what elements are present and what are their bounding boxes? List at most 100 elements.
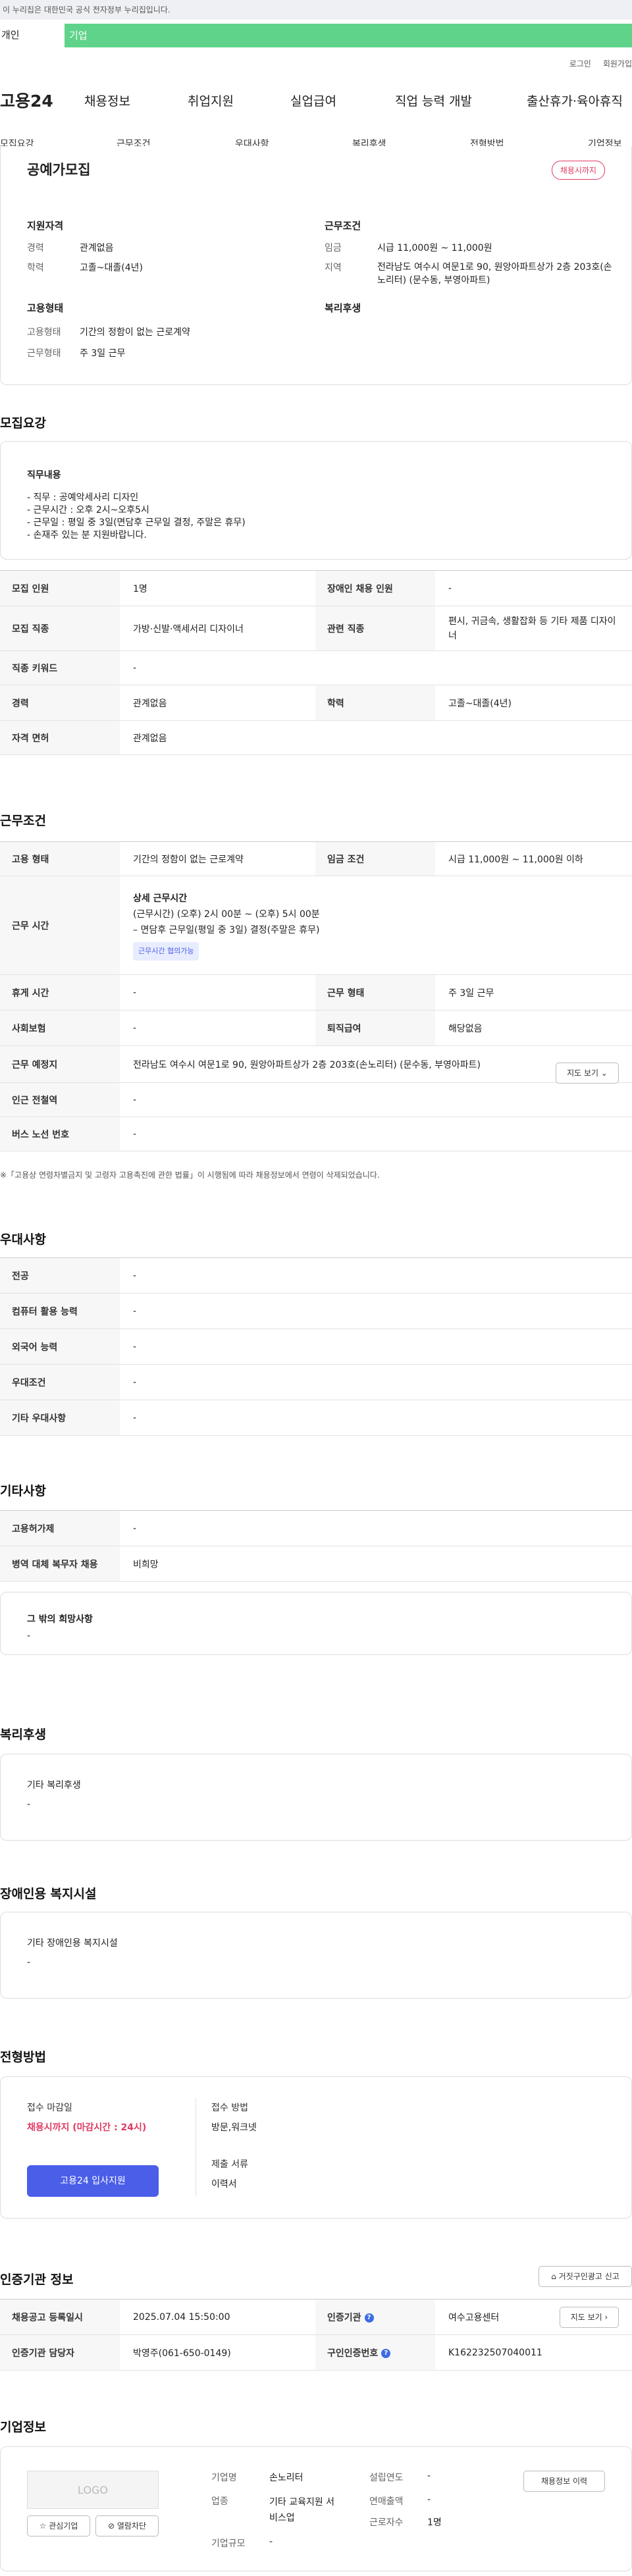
agency-label: 인증기관 (327, 2312, 361, 2323)
cell-value: - (120, 1257, 632, 1294)
company-name-value: 손노리터 (269, 2473, 303, 2483)
cell-label: 직종 키워드 (0, 650, 120, 685)
etc-table: 고용허가제 - 병역 대체 복무자 채용 비희망 (0, 1510, 632, 1582)
map-view-button[interactable]: 지도 보기 ⌄ (556, 1063, 619, 1084)
method-label: 접수 방법 (211, 2103, 248, 2113)
site-logo[interactable]: 고용24 (0, 88, 53, 115)
sales-value: - (427, 2494, 431, 2505)
cell-label: 전공 (0, 1257, 120, 1294)
disabled-facility-card: 기타 장애인용 복지시설 - (0, 1912, 632, 1999)
recruit-heading: 모집요강 (0, 416, 46, 431)
company-heading: 기업정보 (0, 2420, 46, 2434)
cell-value: - (120, 1364, 632, 1400)
welfare-summary-title: 복리후생 (325, 302, 361, 314)
star-icon: ☆ (39, 2521, 47, 2531)
cell-value: - (120, 974, 315, 1011)
cell-label: 인증기관 담당자 (0, 2334, 120, 2371)
emp-title: 고용형태 (27, 302, 64, 314)
work-form-label: 근무형태 (27, 348, 61, 359)
cell-label: 관련 직종 (315, 606, 435, 651)
size-value: - (269, 2537, 273, 2547)
cell-value: - (120, 1510, 632, 1546)
info-icon[interactable]: ? (381, 2348, 391, 2358)
etc-heading: 기타사항 (0, 1484, 46, 1498)
cell-label: 구인인증번호? (315, 2334, 435, 2371)
cell-value: - (120, 1293, 632, 1329)
cell-label: 인증기관? (315, 2299, 435, 2335)
block-icon: ⊘ (107, 2521, 115, 2531)
edu-value: 고졸~대졸(4년) (80, 263, 143, 273)
cell-value: - (120, 1082, 632, 1117)
disabled-facility-heading: 장애인용 복지시설 (0, 1887, 97, 1901)
favorite-company-button[interactable]: ☆ 관심기업 (27, 2515, 90, 2537)
login-link[interactable]: 로그인 (569, 59, 591, 68)
cell-value: - (120, 1400, 632, 1436)
cell-label: 기타 우대사항 (0, 1400, 120, 1436)
work-time-line: (근무시간) (오후) 2시 00분 ~ (오후) 5시 00분 (133, 908, 320, 920)
docs-label: 제출 서류 (211, 2159, 248, 2170)
tab-business[interactable]: 기업 (65, 24, 632, 47)
utility-links: 로그인 회원가입 (558, 58, 632, 69)
founded-value: - (427, 2471, 431, 2481)
agency-map-button[interactable]: 지도 보기 › (560, 2307, 619, 2328)
gnb-job-training[interactable]: 직업 능력 개발 (395, 88, 472, 115)
cell-value: 고졸~대졸(4년) (435, 685, 632, 721)
area-value: 전라남도 여수시 여문1로 90, 원앙아파트상가 2층 203호(손노리터) … (377, 262, 612, 286)
cell-label: 자격 면허 (0, 720, 120, 755)
age-notice: ※「고용상 연령차별금지 및 고령자 고용촉진에 관한 법률」이 시행됨에 따라… (0, 1170, 380, 1180)
recruit-table: 모집 인원 1명 장애인 채용 인원 - 모집 직종 가방·신발·액세서리 디자이너 … (0, 570, 632, 755)
welfare-card: 기타 복리후생 - (0, 1754, 632, 1841)
career-value: 관계없음 (80, 243, 114, 253)
cell-value: - (435, 570, 632, 606)
info-icon[interactable]: ? (364, 2313, 374, 2323)
cell-label: 경력 (0, 685, 120, 721)
signup-link[interactable]: 회원가입 (603, 59, 632, 68)
deadline-label: 접수 마감일 (27, 2103, 72, 2113)
cell-label: 인근 전철역 (0, 1082, 120, 1117)
preferences-table: 전공 - 컴퓨터 활용 능력 - 외국어 능력 - 우대조건 - 기타 우대사항 - (0, 1257, 632, 1436)
map-view-label: 지도 보기 (567, 1068, 599, 1078)
report-false-ad-button[interactable]: ⌂ 거짓구인광고 신고 (539, 2266, 632, 2287)
career-label: 경력 (27, 243, 44, 253)
gnb-parental-leave[interactable]: 출산휴가·육아휴직 (527, 88, 623, 115)
method-value: 방문,워크넷 (211, 2122, 257, 2133)
cell-value: 가방·신발·액세서리 디자이너 (120, 606, 315, 651)
selection-heading: 전형방법 (0, 2050, 46, 2064)
welfare-value: - (27, 1799, 31, 1810)
tab-individual[interactable]: 개인 (0, 20, 65, 50)
cell-value: 시급 11,000원 ~ 11,000원 이하 (435, 841, 632, 876)
work-time-line: – 면담후 근무일(평일 중 3일) 결정(주말은 휴무) (133, 924, 320, 935)
hiring-history-button[interactable]: 채용정보 이력 (523, 2471, 605, 2492)
emp-type-label: 고용형태 (27, 327, 61, 338)
global-nav: 고용24 채용정보 취업지원 실업급여 직업 능력 개발 출산휴가·육아휴직 (0, 88, 632, 115)
cell-value: - (120, 1010, 315, 1046)
edu-label: 학력 (27, 263, 44, 273)
welfare-sub: 기타 복리후생 (27, 1780, 81, 1791)
work-cond-title: 근무조건 (325, 220, 361, 232)
selection-card: 접수 마감일 채용시까지 (마감시간 : 24시) 고용24 입사지원 접수 방… (0, 2076, 632, 2219)
founded-label: 설립연도 (369, 2473, 404, 2483)
block-view-button[interactable]: ⊘ 열람차단 (95, 2515, 159, 2537)
gnb-jobs[interactable]: 채용정보 (84, 88, 130, 115)
cell-label: 고용 형태 (0, 841, 120, 876)
summary-card: 공예가모집 채용시까지 지원자격 경력 관계없음 학력 고졸~대졸(4년) 근무… (0, 146, 632, 385)
gnb-employment-support[interactable]: 취업지원 (188, 88, 234, 115)
hope-title: 그 밖의 희망사항 (27, 1614, 93, 1625)
area-label: 지역 (325, 263, 342, 273)
gnb-unemployment-benefit[interactable]: 실업급여 (290, 88, 336, 115)
agency-map-label: 지도 보기 (570, 2313, 602, 2322)
welfare-heading: 복리후생 (0, 1727, 46, 1742)
hope-value: - (27, 1631, 31, 1641)
disabled-facility-value: - (27, 1957, 31, 1968)
apply-button[interactable]: 고용24 입사지원 (27, 2165, 159, 2197)
cell-value: 주 3일 근무 (435, 974, 632, 1011)
cell-value: 기간의 정함이 없는 근로계약 (120, 841, 315, 876)
cell-value: 관계없음 (120, 685, 315, 721)
duty-lines: - 직무 : 공예악세사리 디자인 - 근무시간 : 오후 2시~오후5시 - … (27, 492, 246, 542)
duty-line: - 손재주 있는 분 지원바랍니다. (27, 530, 147, 540)
work-time-cell: 상세 근무시간 (근무시간) (오후) 2시 00분 ~ (오후) 5시 00분… (120, 876, 632, 975)
cell-value: K162232507040011 (435, 2334, 632, 2371)
cell-label: 근무 형태 (315, 974, 435, 1011)
report-false-ad-label: 거짓구인광고 신고 (558, 2272, 619, 2281)
cell-label: 병역 대체 복무자 채용 (0, 1546, 120, 1582)
